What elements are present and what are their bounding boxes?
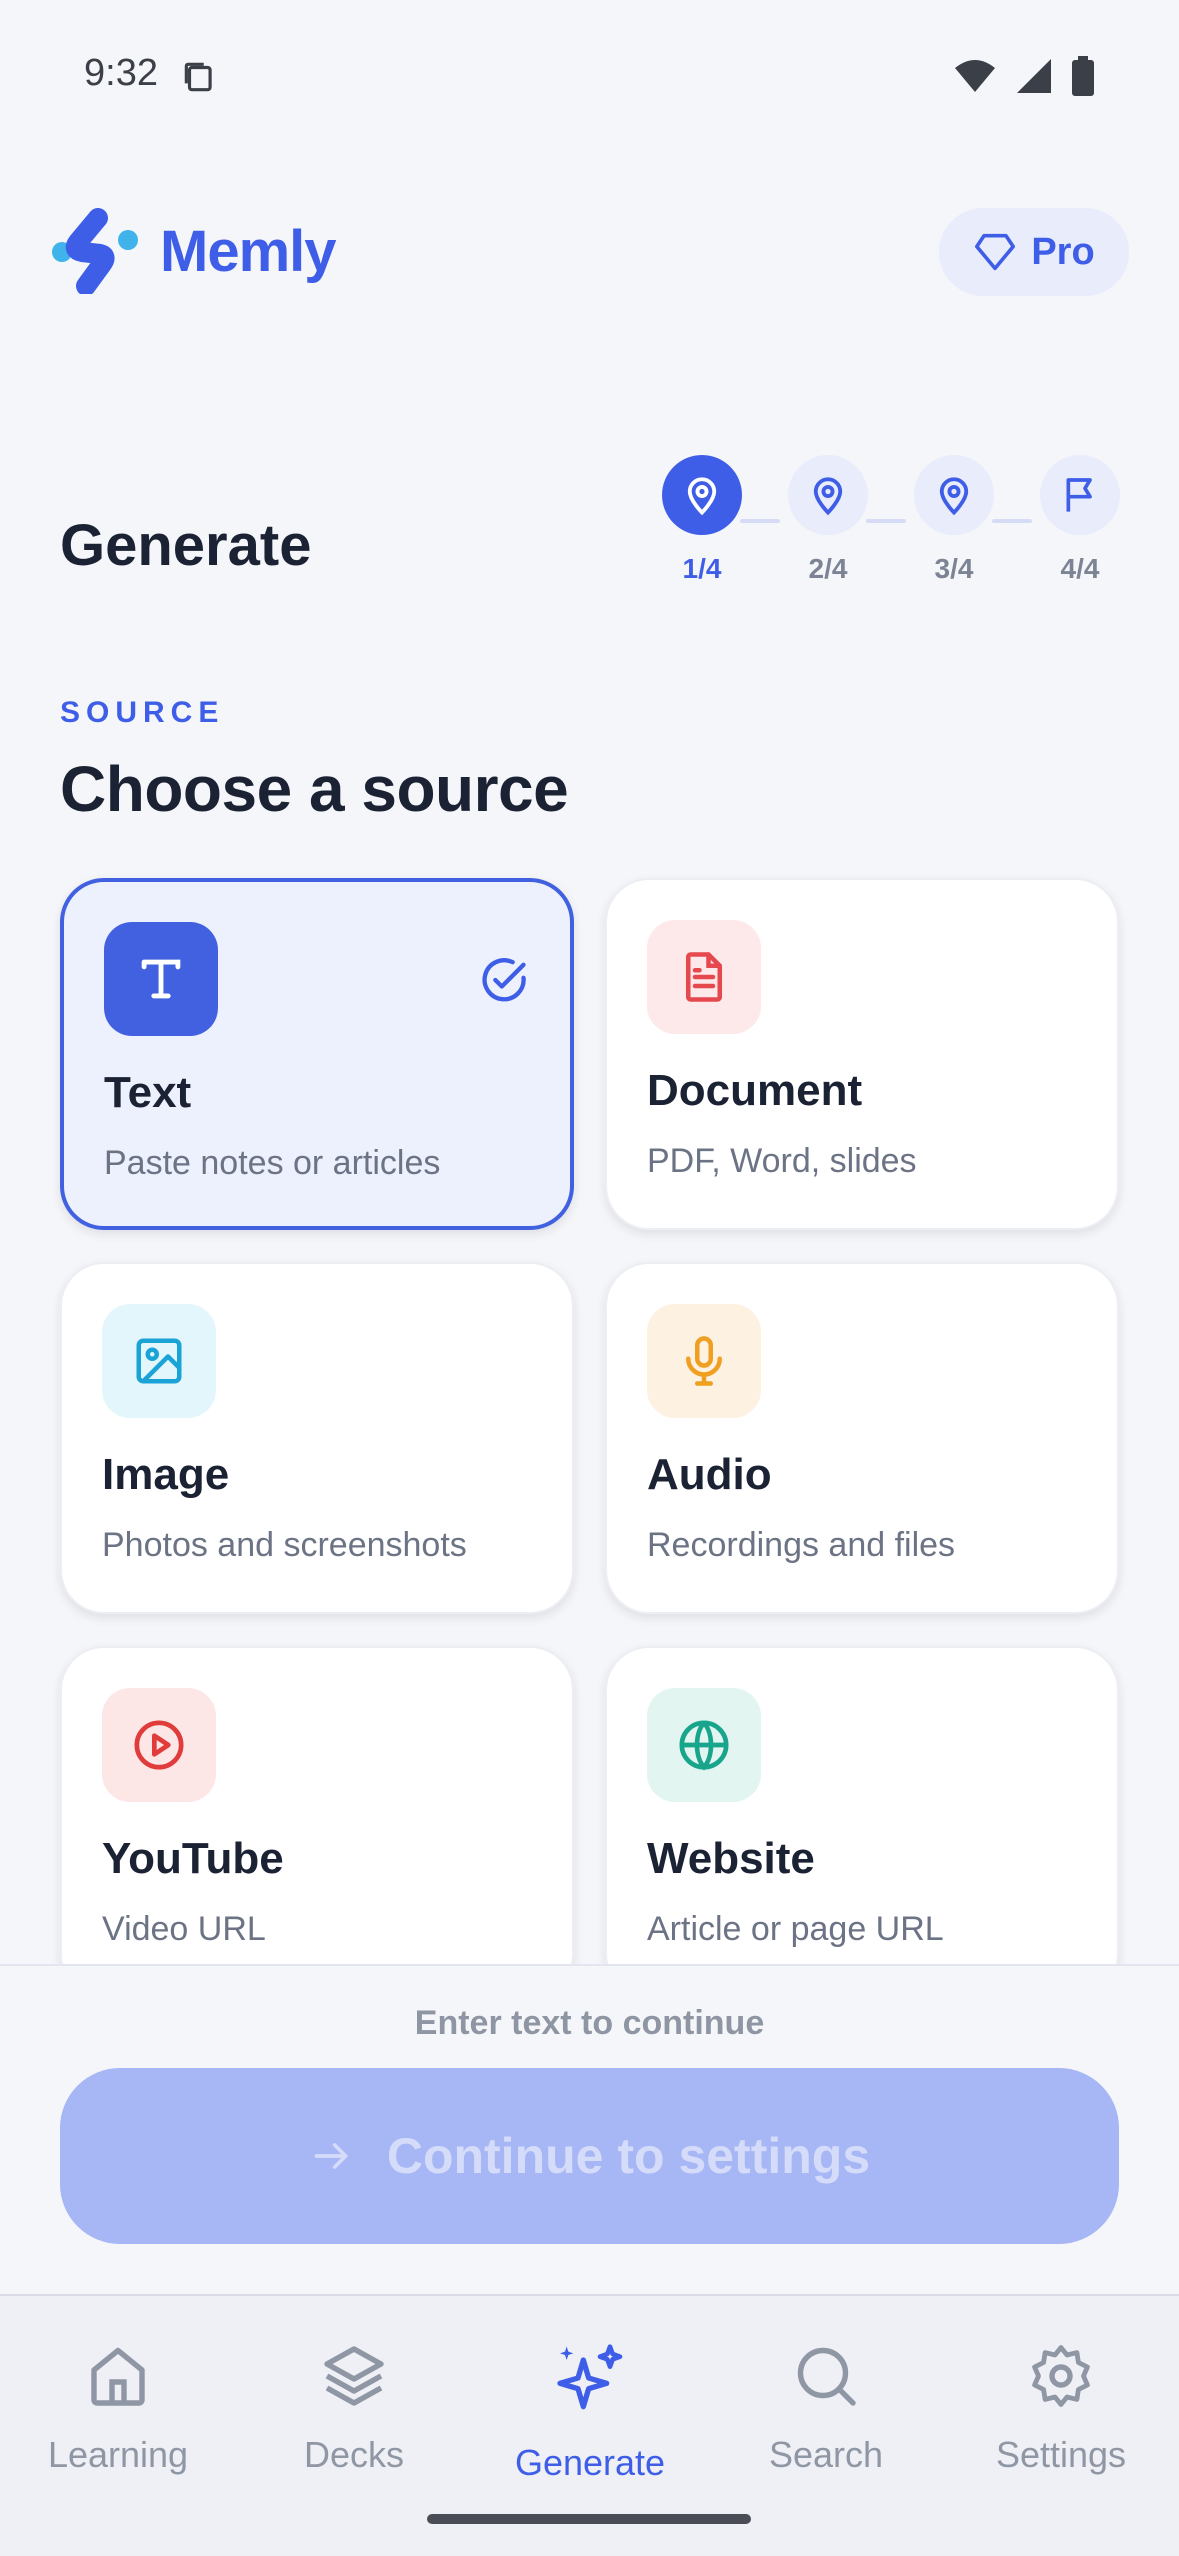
- tab-learning[interactable]: Learning: [0, 2340, 236, 2476]
- tab-search[interactable]: Search: [708, 2340, 944, 2476]
- memly-logo-icon: [52, 208, 138, 294]
- source-card-audio[interactable]: Audio Recordings and files: [605, 1262, 1119, 1614]
- check-circle-icon: [482, 958, 526, 1002]
- flag-icon: [1066, 478, 1092, 512]
- text-t-icon: [141, 959, 181, 999]
- tab-decks[interactable]: Decks: [236, 2340, 472, 2476]
- helper-text: Enter text to continue: [414, 2004, 765, 2042]
- source-card-website[interactable]: Website Article or page URL: [605, 1646, 1119, 1964]
- screen-copy-icon: [184, 62, 212, 92]
- step-3: [914, 455, 994, 535]
- continue-label: Continue to settings: [386, 2128, 871, 2184]
- tab-label: Learning: [47, 2434, 189, 2475]
- search-icon: [797, 2347, 856, 2406]
- source-title: YouTube: [102, 1834, 284, 1883]
- diamond-icon: [975, 233, 1016, 271]
- source-icon-bg: [102, 1304, 216, 1418]
- source-subtitle: Video URL: [102, 1910, 266, 1948]
- step-2: [788, 455, 868, 535]
- source-subtitle: Paste notes or articles: [104, 1144, 441, 1182]
- tab-settings[interactable]: Settings: [943, 2340, 1179, 2476]
- pro-label: Pro: [1031, 230, 1095, 273]
- source-title: Website: [647, 1834, 815, 1883]
- layers-icon: [324, 2346, 384, 2406]
- tab-label: Decks: [303, 2434, 405, 2475]
- source-grid: Text Paste notes or articles Document PD…: [0, 860, 1179, 1964]
- source-card-youtube[interactable]: YouTube Video URL: [60, 1646, 574, 1964]
- image-icon: [136, 1338, 182, 1384]
- section-eyebrow: SOURCE: [60, 696, 225, 729]
- tab-generate[interactable]: Generate: [472, 2340, 708, 2484]
- source-icon-bg: [647, 1688, 761, 1802]
- source-subtitle: Recordings and files: [647, 1526, 956, 1564]
- map-pin-icon: [813, 477, 843, 516]
- source-subtitle: Photos and screenshots: [102, 1526, 467, 1564]
- home-icon: [91, 2347, 145, 2406]
- step-4: [1040, 455, 1120, 535]
- app-name: Memly: [160, 218, 337, 284]
- step-label-4: 4/4: [1060, 553, 1100, 584]
- play-circle-icon: [134, 1720, 184, 1770]
- step-label-3: 3/4: [934, 553, 974, 584]
- gear-icon: [1032, 2345, 1090, 2407]
- source-title: Text: [104, 1068, 192, 1117]
- source-card-image[interactable]: Image Photos and screenshots: [60, 1262, 574, 1614]
- source-icon-bg: [102, 1688, 216, 1802]
- source-card-document[interactable]: Document PDF, Word, slides: [605, 878, 1119, 1230]
- arrow-right-icon: [314, 2143, 348, 2169]
- progress-stepper: 1/4 2/4 3/4 4/4: [660, 455, 1120, 595]
- step-label-2: 2/4: [808, 553, 848, 584]
- battery-icon: [1072, 56, 1094, 96]
- home-indicator: [427, 2514, 751, 2524]
- source-icon-bg: [647, 1304, 761, 1418]
- section-heading: Choose a source: [60, 753, 569, 825]
- pro-button[interactable]: Pro: [939, 208, 1129, 296]
- source-subtitle: PDF, Word, slides: [647, 1142, 917, 1180]
- source-subtitle: Article or page URL: [647, 1910, 944, 1948]
- continue-button[interactable]: Continue to settings: [60, 2068, 1119, 2244]
- tab-label: Generate: [514, 2442, 666, 2483]
- app-logo: Memly: [48, 208, 337, 294]
- source-title: Document: [647, 1066, 863, 1115]
- step-1: [662, 455, 742, 535]
- map-pin-icon: [687, 477, 717, 516]
- globe-icon: [679, 1720, 729, 1771]
- wifi-icon: [955, 60, 995, 92]
- source-title: Image: [102, 1450, 230, 1499]
- microphone-icon: [686, 1336, 722, 1386]
- source-icon-bg: [647, 920, 761, 1034]
- sparkles-icon: [557, 2344, 623, 2410]
- status-time: 9:32: [84, 52, 158, 94]
- document-icon: [686, 952, 722, 1002]
- page-title: Generate: [60, 513, 312, 578]
- step-label-1: 1/4: [682, 553, 722, 584]
- source-title: Audio: [647, 1450, 772, 1499]
- status-icons: [953, 56, 1095, 96]
- map-pin-icon: [939, 477, 969, 516]
- tab-label: Search: [768, 2434, 884, 2475]
- source-icon-bg: [104, 922, 218, 1036]
- tab-label: Settings: [995, 2434, 1127, 2475]
- source-card-text[interactable]: Text Paste notes or articles: [60, 878, 574, 1230]
- signal-icon: [1017, 59, 1051, 93]
